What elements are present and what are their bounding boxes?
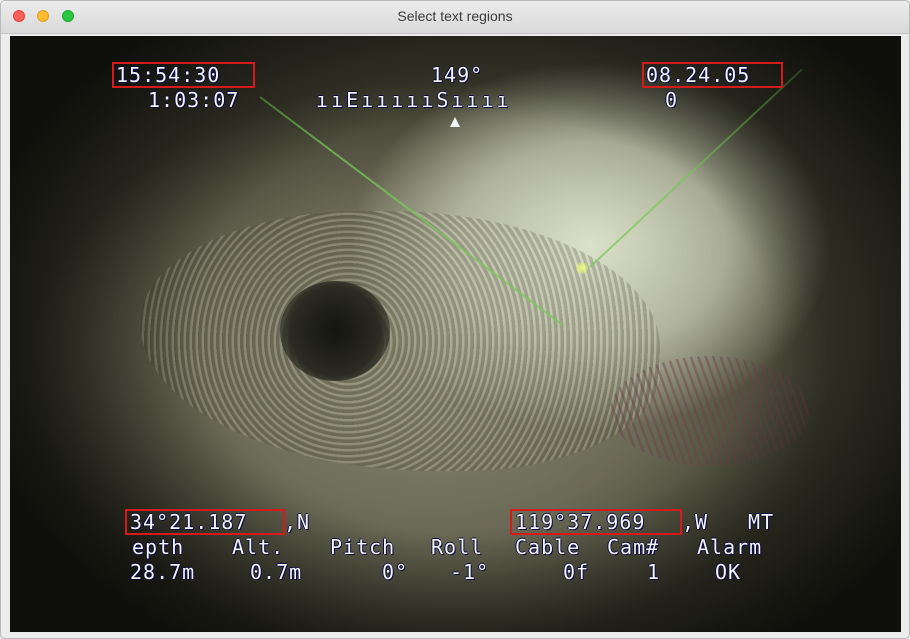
osd-date-sub: 0 bbox=[665, 88, 679, 112]
osd-value-pitch: 0° bbox=[382, 560, 409, 584]
osd-heading: 149° bbox=[431, 63, 484, 87]
osd-value-roll: -1° bbox=[450, 560, 490, 584]
osd-mt-label: MT bbox=[748, 510, 775, 534]
osd-header-alarm: Alarm bbox=[697, 535, 763, 559]
osd-header-depth: epth bbox=[132, 535, 185, 559]
osd-header-cam: Cam# bbox=[607, 535, 660, 559]
app-window: Select text regions 15:54:30 1:03:07 149… bbox=[0, 0, 910, 639]
osd-value-cable: 0f bbox=[563, 560, 590, 584]
osd-header-cable: Cable bbox=[515, 535, 581, 559]
video-frame[interactable]: 15:54:30 1:03:07 149° ııEıııııSıııı 08.2… bbox=[10, 36, 901, 632]
heading-marker-icon bbox=[450, 117, 460, 127]
osd-header-roll: Roll bbox=[431, 535, 484, 559]
osd-value-alt: 0.7m bbox=[250, 560, 303, 584]
selection-box-longitude[interactable] bbox=[510, 509, 682, 535]
osd-value-cam: 1 bbox=[647, 560, 661, 584]
osd-lon-hemisphere: ,W bbox=[682, 510, 709, 534]
selection-box-date[interactable] bbox=[642, 62, 783, 88]
osd-value-alarm: OK bbox=[715, 560, 742, 584]
osd-lat-hemisphere: ,N bbox=[284, 510, 311, 534]
selection-box-time[interactable] bbox=[112, 62, 255, 88]
window-title: Select text regions bbox=[397, 8, 513, 24]
title-bar: Select text regions bbox=[1, 1, 909, 34]
osd-compass-tape: ııEıııııSıııı bbox=[316, 88, 512, 112]
osd-elapsed: 1:03:07 bbox=[148, 88, 240, 112]
osd-header-pitch: Pitch bbox=[330, 535, 396, 559]
osd-header-alt: Alt. bbox=[232, 535, 285, 559]
selection-box-latitude[interactable] bbox=[125, 509, 285, 535]
osd-value-depth: 28.7m bbox=[130, 560, 196, 584]
